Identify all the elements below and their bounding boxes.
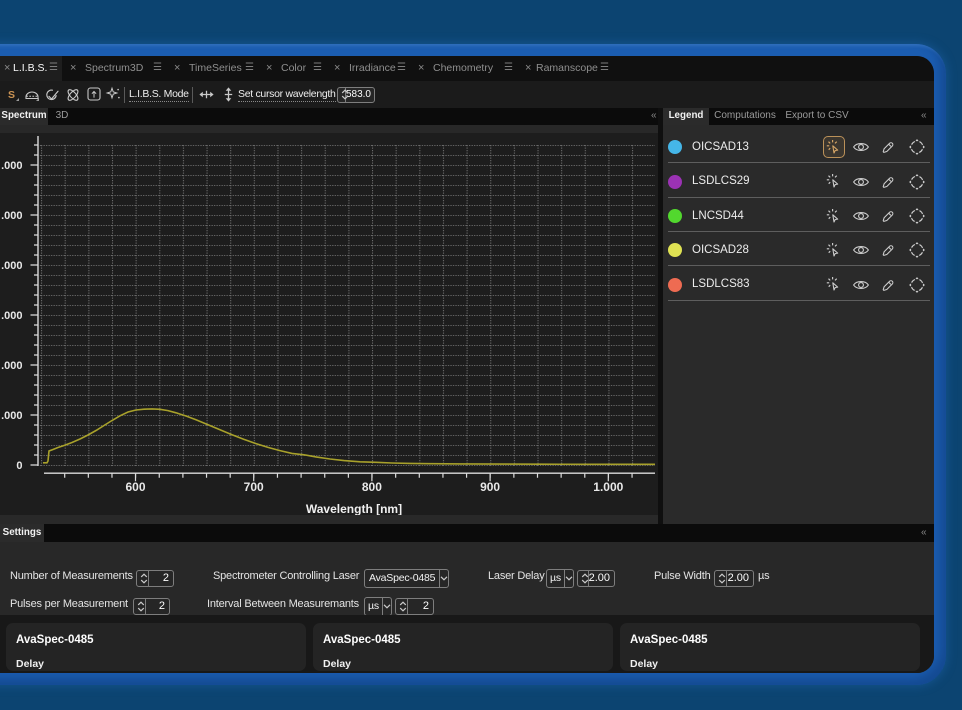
svg-text:1.000: 1.000: [593, 480, 623, 494]
svg-text:0: 0: [16, 460, 22, 472]
svg-text:600: 600: [125, 480, 145, 494]
svg-text:.000: .000: [1, 410, 22, 422]
svg-text:900: 900: [480, 480, 500, 494]
svg-text:.000: .000: [1, 160, 22, 172]
svg-text:.000: .000: [1, 360, 22, 372]
svg-text:700: 700: [244, 480, 264, 494]
svg-text:.000: .000: [1, 260, 22, 272]
svg-text:.000: .000: [1, 310, 22, 322]
svg-text:Wavelength [nm]: Wavelength [nm]: [306, 502, 402, 516]
svg-text:800: 800: [362, 480, 382, 494]
svg-text:.000: .000: [1, 210, 22, 222]
